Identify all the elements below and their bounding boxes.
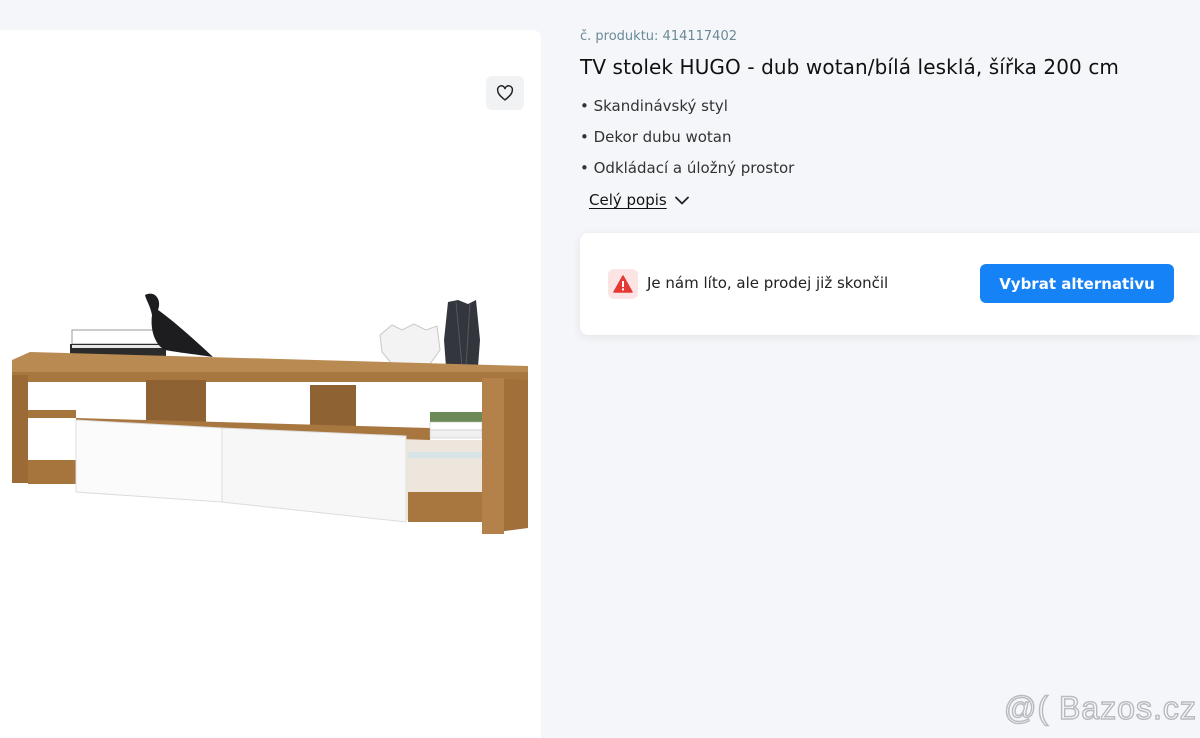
product-image-card [0,30,541,738]
product-image[interactable] [0,280,541,540]
warning-triangle-icon [608,269,638,299]
product-code: č. produktu: 414117402 [580,29,737,44]
favorite-button[interactable] [486,76,524,110]
watermark-logo: @( Bazos.cz [1003,689,1197,727]
feature-item: • Dekor dubu wotan [580,128,732,146]
feature-list: • Skandinávský styl • Dekor dubu wotan •… [580,97,1180,190]
full-description-label: Celý popis [589,191,667,209]
product-title: TV stolek HUGO - dub wotan/bílá lesklá, … [580,55,1119,79]
sale-ended-message: Je nám líto, ale prodej již skončil [647,274,889,292]
full-description-link[interactable]: Celý popis [589,191,689,209]
heart-icon [496,85,514,101]
chevron-down-icon [674,196,689,204]
product-info: č. produktu: 414117402 TV stolek HUGO - … [580,29,1180,209]
choose-alternative-button[interactable]: Vybrat alternativu [980,264,1174,303]
feature-item: • Skandinávský styl [580,97,728,115]
sale-ended-card: Je nám líto, ale prodej již skončil Vybr… [580,233,1200,335]
feature-item: • Odkládací a úložný prostor [580,159,795,177]
